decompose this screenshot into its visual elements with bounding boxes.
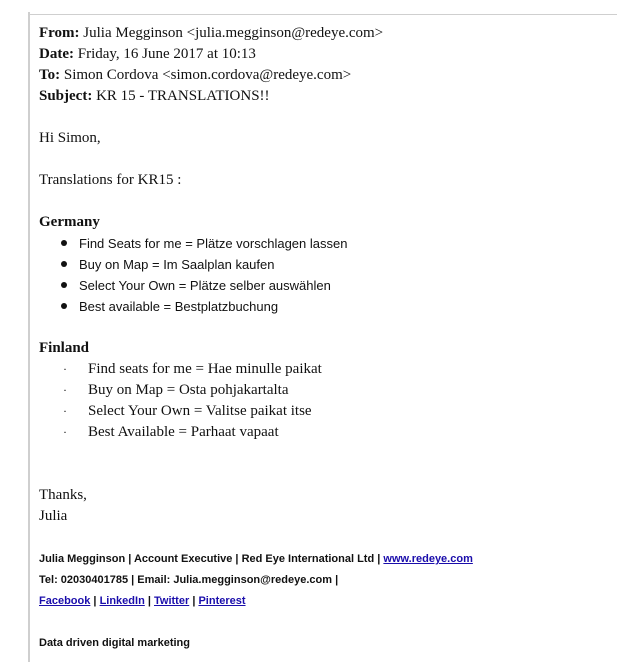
subject-line: Subject: KR 15 - TRANSLATIONS!!: [39, 86, 609, 107]
greeting: Hi Simon,: [39, 130, 101, 146]
germany-list: Find Seats for me = Plätze vorschlagen l…: [39, 233, 609, 317]
list-item: Buy on Map = Im Saalplan kaufen: [39, 254, 609, 275]
bullet-icon: ·: [63, 362, 67, 376]
email-message: From: Julia Megginson <julia.megginson@r…: [39, 23, 609, 654]
twitter-link[interactable]: Twitter: [154, 595, 189, 607]
date-label: Date:: [39, 46, 74, 62]
list-item: Best available = Bestplatzbuchung: [39, 296, 609, 317]
signature-line-1: Julia Megginson | Account Executive | Re…: [39, 549, 609, 570]
linkedin-link[interactable]: LinkedIn: [100, 595, 145, 607]
list-item: · Best Available = Parhaat vapaat: [39, 422, 609, 443]
quote-left-border: [28, 12, 30, 662]
website-link[interactable]: www.redeye.com: [383, 553, 472, 565]
signature-title: Julia Megginson | Account Executive | Re…: [39, 553, 384, 565]
list-item: Select Your Own = Plätze selber auswähle…: [39, 275, 609, 296]
from-value: Julia Megginson <julia.megginson@redeye.…: [83, 25, 384, 41]
bullet-icon: ·: [63, 404, 67, 418]
date-value: Friday, 16 June 2017 at 10:13: [77, 46, 256, 62]
bullet-icon: ·: [63, 383, 67, 397]
from-line: From: Julia Megginson <julia.megginson@r…: [39, 23, 609, 44]
separator: |: [192, 595, 196, 607]
list-item: Find Seats for me = Plätze vorschlagen l…: [39, 233, 609, 254]
signature-tagline: Data driven digital marketing: [39, 637, 190, 649]
subject-label: Subject:: [39, 88, 93, 104]
list-item: · Select Your Own = Valitse paikat itse: [39, 401, 609, 422]
finland-title: Finland: [39, 340, 90, 356]
bullet-icon: [61, 261, 67, 267]
date-line: Date: Friday, 16 June 2017 at 10:13: [39, 44, 609, 65]
intro: Translations for KR15 :: [39, 172, 182, 188]
bullet-icon: [61, 282, 67, 288]
to-value: Simon Cordova <simon.cordova@redeye.com>: [63, 67, 352, 83]
bullet-icon: ·: [63, 425, 67, 439]
sender-name: Julia: [39, 508, 68, 524]
finland-list: · Find seats for me = Hae minulle paikat …: [39, 359, 609, 443]
social-links: Facebook | LinkedIn | Twitter | Pinteres…: [39, 591, 609, 612]
subject-value: KR 15 - TRANSLATIONS!!: [96, 88, 270, 104]
pinterest-link[interactable]: Pinterest: [198, 595, 245, 607]
bullet-icon: [61, 303, 67, 309]
signature-line-2: Tel: 02030401785 | Email: Julia.megginso…: [39, 574, 339, 586]
to-line: To: Simon Cordova <simon.cordova@redeye.…: [39, 65, 609, 86]
list-item: · Find seats for me = Hae minulle paikat: [39, 359, 609, 380]
to-label: To:: [39, 67, 61, 83]
separator: |: [93, 595, 97, 607]
from-label: From:: [39, 25, 80, 41]
facebook-link[interactable]: Facebook: [39, 595, 90, 607]
bullet-icon: [61, 240, 67, 246]
thanks: Thanks,: [39, 487, 87, 503]
separator: |: [147, 595, 151, 607]
germany-title: Germany: [39, 214, 100, 230]
list-item: · Buy on Map = Osta pohjakartalta: [39, 380, 609, 401]
header-top-rule: [28, 14, 617, 15]
